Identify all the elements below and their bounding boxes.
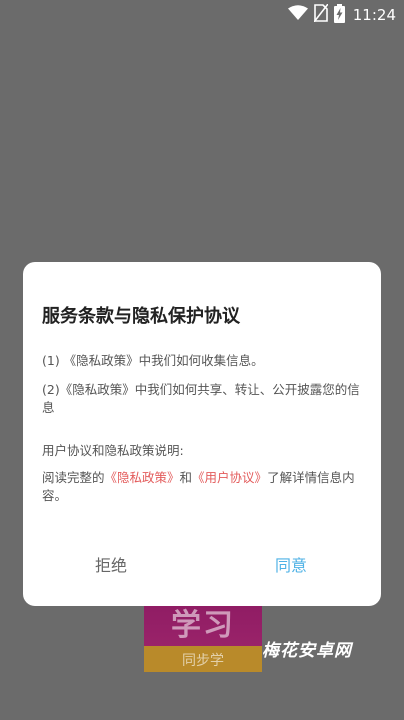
status-icons: 11:24 <box>287 3 396 27</box>
status-time: 11:24 <box>352 6 396 24</box>
wifi-icon <box>287 5 308 25</box>
user-agreement-link[interactable]: 《用户协议》 <box>192 470 267 485</box>
app-icon-subtitle: 同步学 <box>182 653 224 669</box>
no-sim-icon <box>313 3 329 26</box>
battery-charging-icon <box>333 3 345 27</box>
read-notice: 阅读完整的《隐私政策》和《用户协议》了解详情信息内容。 <box>42 469 363 505</box>
app-icon[interactable]: 学习 同步学 <box>144 598 262 672</box>
and-text: 和 <box>179 470 193 485</box>
dialog-title: 服务条款与隐私保护协议 <box>42 306 240 327</box>
watermark: 梅花安卓网 <box>262 641 352 661</box>
read-prefix: 阅读完整的 <box>42 470 105 485</box>
agree-button[interactable]: 同意 <box>275 552 307 576</box>
dialog-item-1: (1) 《隐私政策》中我们如何收集信息。 <box>42 353 264 368</box>
status-bar: 11:24 <box>0 0 404 30</box>
reject-button[interactable]: 拒绝 <box>95 552 127 576</box>
explanation-heading: 用户协议和隐私政策说明: <box>42 443 184 458</box>
privacy-policy-link[interactable]: 《隐私政策》 <box>105 470 180 485</box>
dialog-item-2: (2)《隐私政策》中我们如何共享、转让、公开披露您的信息 <box>42 382 360 415</box>
app-icon-title: 学习 <box>171 608 235 643</box>
privacy-dialog: 服务条款与隐私保护协议 (1) 《隐私政策》中我们如何收集信息。 (2)《隐私政… <box>23 262 381 606</box>
